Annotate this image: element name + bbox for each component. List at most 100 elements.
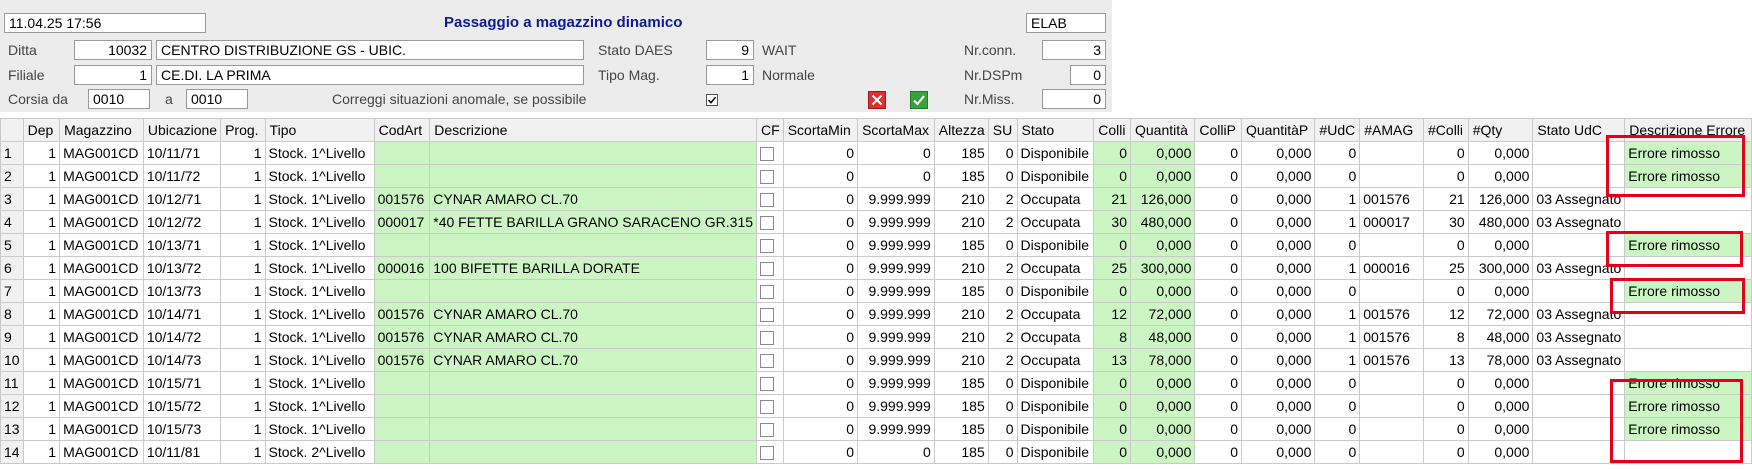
cell-colli[interactable]: 13: [1423, 348, 1469, 372]
cell-tipo[interactable]: Stock. 1^Livello: [264, 394, 375, 418]
cf-checkbox[interactable]: [760, 285, 775, 299]
nr-conn-field[interactable]: 3: [1042, 40, 1106, 60]
cell-stato[interactable]: Occupata: [1016, 348, 1095, 372]
stato-daes-field[interactable]: 9: [706, 40, 754, 60]
cell-dep[interactable]: 1: [22, 141, 61, 165]
cell-codart[interactable]: 000016: [373, 256, 431, 280]
column-header-amag[interactable]: #AMAG: [1359, 118, 1425, 142]
tipo-mag-field[interactable]: 1: [706, 65, 754, 85]
cell-quantit-p[interactable]: 0,000: [1240, 440, 1316, 464]
cell-tipo[interactable]: Stock. 1^Livello: [264, 187, 375, 211]
cell-altezza[interactable]: 185: [933, 440, 989, 464]
cell-amag[interactable]: 001576: [1359, 187, 1425, 211]
cell-colli[interactable]: 0: [1423, 371, 1469, 395]
cell-descrizione[interactable]: [429, 371, 758, 395]
cell-tipo[interactable]: Stock. 1^Livello: [264, 279, 375, 303]
cell-stato[interactable]: Occupata: [1016, 210, 1095, 234]
cell-su[interactable]: 2: [987, 348, 1018, 372]
ditta-code-field[interactable]: 10032: [74, 40, 152, 60]
cell-prog[interactable]: 1: [220, 325, 266, 349]
cell-colli[interactable]: 8: [1423, 325, 1469, 349]
cell-ubicazione[interactable]: 10/13/73: [142, 279, 222, 303]
cell-scortamax[interactable]: 9.999.999: [857, 394, 935, 418]
cell-descrizione[interactable]: [429, 233, 758, 257]
cell-amag[interactable]: [1359, 233, 1425, 257]
cell-colli[interactable]: 0: [1423, 394, 1469, 418]
cell-colli[interactable]: 0: [1093, 371, 1131, 395]
cell-descrizione[interactable]: CYNAR AMARO CL.70: [429, 187, 758, 211]
cell-scortamax[interactable]: 0: [857, 141, 935, 165]
cell-altezza[interactable]: 210: [933, 210, 989, 234]
cell-ubicazione[interactable]: 10/14/73: [142, 348, 222, 372]
cell-scortamax[interactable]: 9.999.999: [857, 256, 935, 280]
cell-colli[interactable]: 0: [1093, 141, 1131, 165]
confirm-check-icon[interactable]: [910, 91, 928, 109]
cell-su[interactable]: 2: [987, 187, 1018, 211]
cell-prog[interactable]: 1: [220, 394, 266, 418]
table-row[interactable]: 4 1 MAG001CD 10/12/72 1 Stock. 1^Livello 00001…: [0, 210, 1752, 234]
table-row[interactable]: 2 1 MAG001CD 10/11/72 1 Stock. 1^Livello 0 0 185…: [0, 164, 1752, 188]
cell-altezza[interactable]: 185: [933, 371, 989, 395]
cell-quantit-p[interactable]: 0,000: [1240, 325, 1316, 349]
cell-prog[interactable]: 1: [220, 164, 266, 188]
cf-checkbox-cell[interactable]: [756, 233, 784, 257]
cell-scortamin[interactable]: 0: [782, 233, 859, 257]
cell-colli[interactable]: 25: [1093, 256, 1131, 280]
cell-prog[interactable]: 1: [220, 348, 266, 372]
column-header-collip[interactable]: ColliP: [1194, 118, 1242, 142]
cell-scortamin[interactable]: 0: [782, 371, 859, 395]
cell-qty[interactable]: 78,000: [1467, 348, 1534, 372]
cf-checkbox[interactable]: [760, 147, 775, 161]
cell-quantit[interactable]: 126,000: [1129, 187, 1196, 211]
cf-checkbox[interactable]: [760, 331, 775, 345]
column-header-quantit[interactable]: Quantità: [1129, 118, 1196, 142]
cell-tipo[interactable]: Stock. 2^Livello: [264, 440, 375, 464]
cell-qty[interactable]: 0,000: [1467, 279, 1534, 303]
cell-dep[interactable]: 1: [22, 164, 61, 188]
cell-descrizione[interactable]: [429, 141, 758, 165]
cell-prog[interactable]: 1: [220, 417, 266, 441]
cell-tipo[interactable]: Stock. 1^Livello: [264, 256, 375, 280]
cell-su[interactable]: 2: [987, 325, 1018, 349]
cell-altezza[interactable]: 185: [933, 417, 989, 441]
cell-colli[interactable]: 21: [1093, 187, 1131, 211]
cell-udc[interactable]: 1: [1314, 256, 1361, 280]
cell-prog[interactable]: 1: [220, 233, 266, 257]
table-row[interactable]: 1 1 MAG001CD 10/11/71 1 Stock. 1^Livello 0 0 185…: [0, 141, 1752, 165]
nr-dspm-field[interactable]: 0: [1070, 65, 1106, 85]
cell-altezza[interactable]: 210: [933, 187, 989, 211]
cell-colli[interactable]: 8: [1093, 325, 1131, 349]
cell-quantit-p[interactable]: 0,000: [1240, 187, 1316, 211]
cell-dep[interactable]: 1: [22, 302, 61, 326]
cell-collip[interactable]: 0: [1194, 394, 1242, 418]
cell-scortamin[interactable]: 0: [782, 210, 859, 234]
cell-tipo[interactable]: Stock. 1^Livello: [264, 371, 375, 395]
table-row[interactable]: 6 1 MAG001CD 10/13/72 1 Stock. 1^Livello 00001…: [0, 256, 1752, 280]
cell-stato[interactable]: Disponibile: [1016, 394, 1095, 418]
cell-stato[interactable]: Occupata: [1016, 302, 1095, 326]
cell-prog[interactable]: 1: [220, 256, 266, 280]
cell-stato[interactable]: Disponibile: [1016, 371, 1095, 395]
cell-altezza[interactable]: 210: [933, 348, 989, 372]
cell-codart[interactable]: [373, 440, 431, 464]
cell-altezza[interactable]: 185: [933, 164, 989, 188]
cell-altezza[interactable]: 185: [933, 394, 989, 418]
cell-stato[interactable]: Disponibile: [1016, 440, 1095, 464]
cell-collip[interactable]: 0: [1194, 302, 1242, 326]
cell-scortamax[interactable]: 0: [857, 440, 935, 464]
cell-magazzino[interactable]: MAG001CD: [59, 440, 144, 464]
table-row[interactable]: 11 1 MAG001CD 10/15/71 1 Stock. 1^Livello 0 9.9…: [0, 371, 1752, 395]
cell-magazzino[interactable]: MAG001CD: [59, 279, 144, 303]
cell-ubicazione[interactable]: 10/12/72: [142, 210, 222, 234]
cell-altezza[interactable]: 210: [933, 302, 989, 326]
cell-colli[interactable]: 21: [1423, 187, 1469, 211]
cell-collip[interactable]: 0: [1194, 164, 1242, 188]
column-header-cf[interactable]: CF: [756, 118, 784, 142]
cell-su[interactable]: 0: [987, 233, 1018, 257]
cell-colli[interactable]: 12: [1423, 302, 1469, 326]
cf-checkbox[interactable]: [760, 262, 775, 276]
cell-scortamin[interactable]: 0: [782, 348, 859, 372]
cell-quantit[interactable]: 0,000: [1129, 394, 1196, 418]
column-header-prog[interactable]: Prog.: [220, 118, 266, 142]
cell-magazzino[interactable]: MAG001CD: [59, 348, 144, 372]
